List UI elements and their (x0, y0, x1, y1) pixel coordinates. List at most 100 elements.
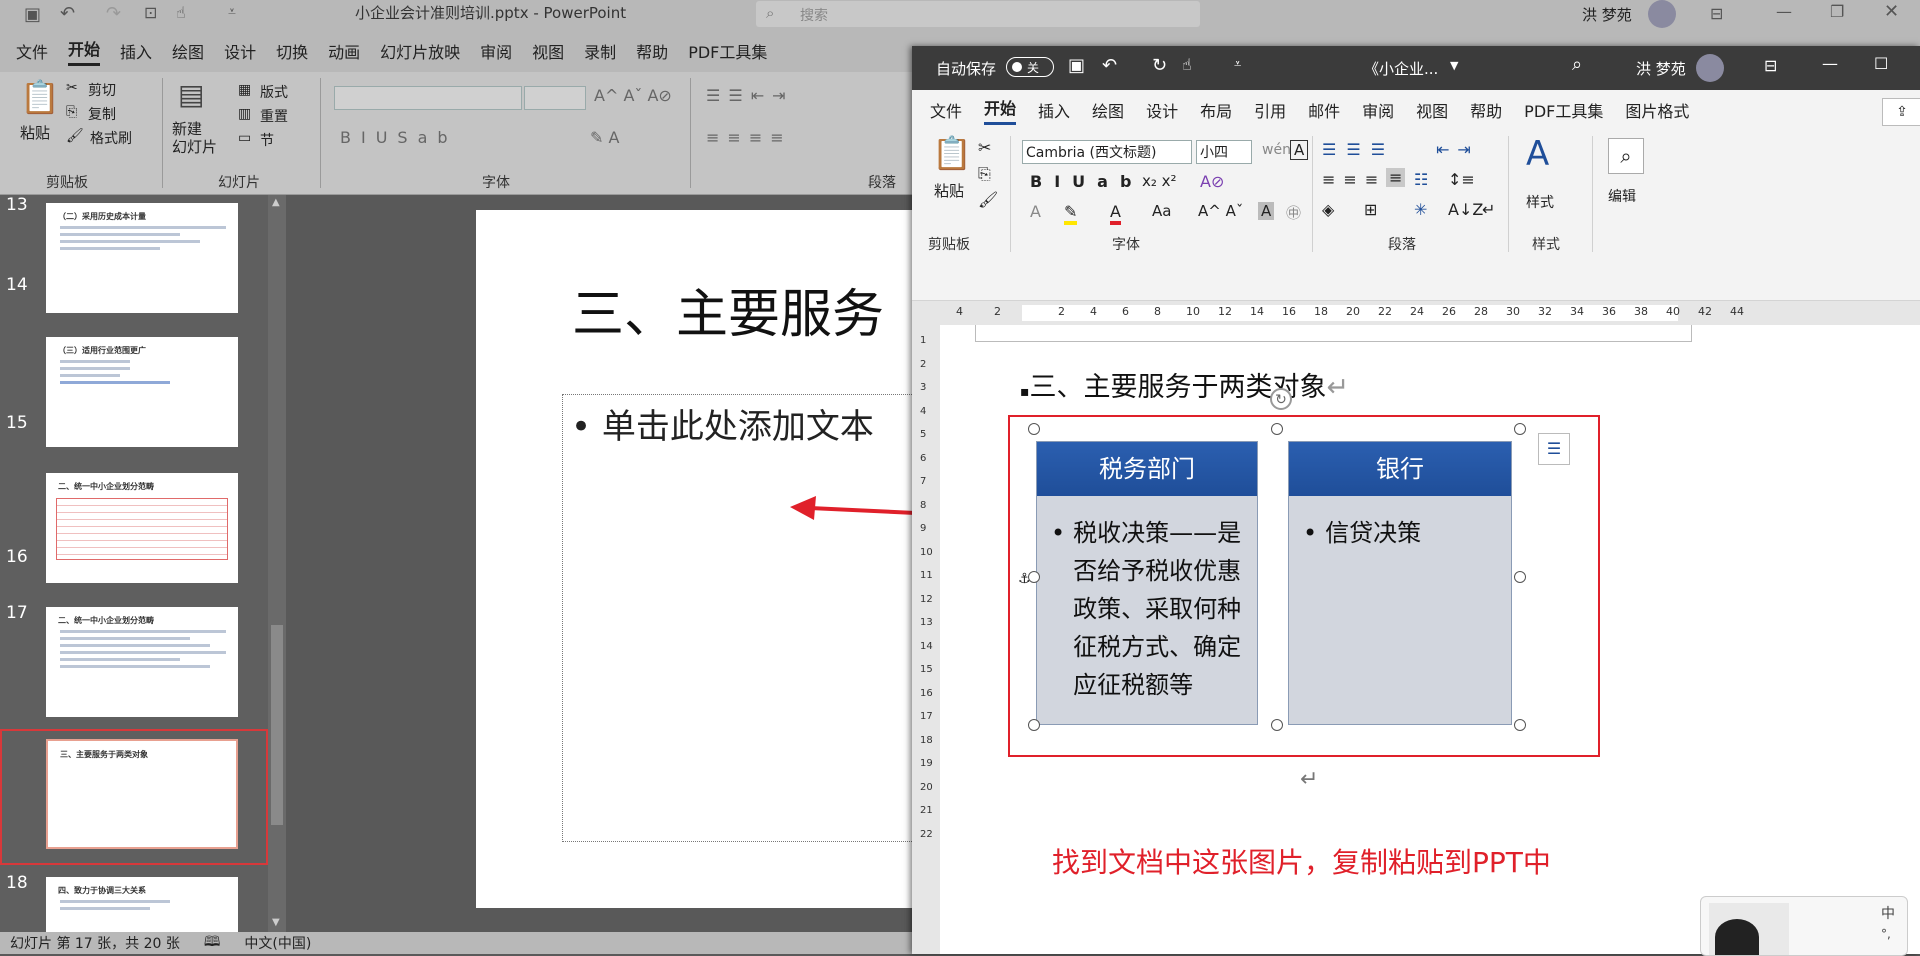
menu-design[interactable]: 设计 (224, 39, 256, 63)
resize-handle[interactable] (1514, 571, 1526, 583)
close-icon[interactable]: ✕ (1884, 1, 1899, 22)
chevron-down-icon[interactable]: ▼ (1450, 59, 1458, 72)
search-icon[interactable]: ⌕ (1572, 54, 1582, 75)
resize-handle[interactable] (1271, 423, 1283, 435)
font-color-icon[interactable]: A (1110, 202, 1121, 225)
menu-file[interactable]: 文件 (930, 98, 962, 122)
paste-icon[interactable]: 📋 (932, 134, 972, 172)
shading-icon[interactable]: ◈ (1322, 200, 1334, 219)
word-user-name[interactable]: 洪 梦苑 (1636, 58, 1686, 79)
menu-animations[interactable]: 动画 (328, 39, 360, 63)
selection-handles[interactable] (1028, 423, 1526, 731)
resize-handle[interactable] (1271, 719, 1283, 731)
sort-icon[interactable]: A↓Z (1448, 200, 1483, 219)
edit-button[interactable]: 编辑 (1608, 186, 1636, 206)
ribbon-display-icon[interactable]: ⊟ (1764, 56, 1777, 75)
menu-references[interactable]: 引用 (1254, 98, 1286, 122)
cut-icon[interactable]: ✂ (978, 138, 991, 157)
font-size-dropdown[interactable]: 小四 (1196, 140, 1252, 164)
align-icons[interactable]: ≡≡≡≡ (706, 128, 792, 147)
smartart-picture[interactable]: 税务部门 • 税收决策——是否给予税收优惠政策、采取何种征税方式、确定应征税额等 … (1028, 423, 1526, 731)
menu-help[interactable]: 帮助 (636, 39, 668, 63)
autosave-toggle[interactable]: 关 (1006, 57, 1054, 77)
save-icon[interactable]: ▣ (1068, 55, 1085, 76)
ppt-user-name[interactable]: 洪 梦苑 (1582, 4, 1632, 25)
redo-icon[interactable]: ↷ (106, 3, 121, 24)
menu-insert[interactable]: 插入 (1038, 98, 1070, 122)
highlight-color-icon[interactable]: ✎ (1064, 202, 1078, 225)
scrollbar-thumb[interactable] (271, 625, 283, 825)
ime-mode-indicator[interactable]: 中 (1881, 903, 1895, 923)
minimize-icon[interactable]: — (1822, 54, 1838, 73)
menu-view[interactable]: 视图 (532, 39, 564, 63)
search-icon[interactable]: ⌕ (1608, 138, 1644, 174)
restore-icon[interactable]: ❐ (1830, 2, 1844, 21)
horizontal-ruler[interactable]: 4 2 2 4 6 8 10 12 14 16 18 20 22 24 26 28 30 32 34 36 38 40 42… (912, 301, 1920, 325)
menu-file[interactable]: 文件 (16, 39, 48, 63)
menu-review[interactable]: 审阅 (1362, 98, 1394, 122)
language-status[interactable]: 中文(中国) (244, 933, 311, 953)
font-format-icons[interactable]: BIUSab (340, 128, 458, 147)
slide-thumbnail[interactable]: 二、统一中小企业划分范畴 (46, 473, 238, 583)
slide-thumbnail[interactable]: （三）适用行业范围更广 (46, 337, 238, 447)
slide-thumbnail[interactable]: 二、统一中小企业划分范畴 (46, 607, 238, 717)
font-size-dropdown[interactable] (524, 86, 586, 110)
show-marks-icon[interactable]: ↵ (1482, 200, 1495, 219)
indent-icons[interactable]: ⇤⇥ (1436, 140, 1479, 159)
paste-button[interactable]: 粘贴 (934, 180, 964, 201)
styles-icon[interactable]: A (1526, 134, 1549, 174)
anchor-icon[interactable]: ⚓ (1018, 571, 1031, 587)
document-page[interactable]: ▪三、主要服务于两类对象↵ ↻ 税务部门 • 税收决策——是否给予税收优惠政策、采… (970, 325, 1920, 956)
new-slide-icon[interactable]: ▤ (178, 78, 204, 111)
highlight-color-icon[interactable]: ✎ A (590, 128, 619, 147)
copy-icon[interactable]: ⎘ (978, 164, 991, 184)
ribbon-display-icon[interactable]: ⊟ (1710, 4, 1723, 23)
word-doc-title[interactable]: 《小企业... (1364, 58, 1438, 79)
font-format-icons[interactable]: BIUab (1030, 172, 1143, 191)
customize-qat-icon[interactable]: ⩡ (228, 4, 236, 20)
paste-icon[interactable]: 📋 (20, 78, 60, 116)
undo-icon[interactable]: ↶ (1102, 55, 1117, 76)
undo-icon[interactable]: ↶ (60, 3, 75, 24)
phonetic-guide-icon[interactable]: wén (1262, 142, 1291, 158)
reset-icon[interactable]: ▥ (238, 106, 251, 122)
character-shading-icon[interactable]: A (1258, 202, 1275, 220)
menu-draw[interactable]: 绘图 (172, 39, 204, 63)
character-border-icon[interactable]: A (1290, 140, 1309, 160)
copy-button[interactable]: 复制 (88, 104, 116, 124)
spellcheck-icon[interactable]: 🕮 (204, 931, 221, 955)
resize-handle[interactable] (1514, 423, 1526, 435)
styles-button[interactable]: 样式 (1526, 192, 1554, 212)
vertical-ruler[interactable]: 1 2 3 4 5 6 7 8 9 10 11 12 13 14 15 16 17 18 19 20 21 22 (912, 325, 940, 954)
layout-button[interactable]: 版式 (260, 82, 288, 102)
text-effects-icon[interactable]: A (1030, 202, 1041, 221)
thumbnail-scrollbar[interactable]: ▲ ▼ (268, 195, 286, 932)
menu-transitions[interactable]: 切换 (276, 39, 308, 63)
justify-icon[interactable]: ≡ (1386, 168, 1406, 187)
menu-pdf-tools[interactable]: PDF工具集 (1524, 98, 1603, 122)
list-icons[interactable]: ☰☰☰ (1322, 140, 1395, 159)
format-painter-icon[interactable]: 🖌 (66, 128, 84, 144)
new-slide-button[interactable]: 新建 幻灯片 (172, 120, 217, 156)
cut-button[interactable]: 剪切 (88, 80, 116, 100)
document-heading[interactable]: ▪三、主要服务于两类对象↵ (1020, 365, 1349, 404)
format-painter-button[interactable]: 格式刷 (90, 128, 132, 148)
maximize-icon[interactable]: ☐ (1874, 54, 1888, 73)
layout-icon[interactable]: ▦ (238, 82, 251, 98)
menu-layout[interactable]: 布局 (1200, 98, 1232, 122)
touch-mode-icon[interactable]: ☝ (176, 3, 186, 22)
enclose-characters-icon[interactable]: ㊥ (1286, 202, 1301, 223)
grow-font-icon[interactable]: A^ Aˇ A⊘ (594, 86, 672, 105)
grow-shrink-font-icons[interactable]: A^ Aˇ (1198, 202, 1243, 220)
scroll-up-icon[interactable]: ▲ (272, 197, 280, 208)
slide-thumbnail[interactable]: 四、致力于协调三大关系 (46, 877, 238, 932)
slide-thumbnail-selected[interactable]: 三、主要服务于两类对象 (46, 739, 238, 849)
copy-icon[interactable]: ⎘ (66, 104, 77, 120)
menu-home[interactable]: 开始 (984, 95, 1017, 125)
minimize-icon[interactable]: — (1776, 2, 1792, 21)
avatar[interactable] (1696, 54, 1724, 82)
menu-help[interactable]: 帮助 (1470, 98, 1502, 122)
slide-thumbnail[interactable]: （二）采用历史成本计量 (46, 203, 238, 313)
distributed-icon[interactable]: ☷ (1414, 170, 1428, 189)
borders-icon[interactable]: ⊞ (1364, 200, 1377, 219)
